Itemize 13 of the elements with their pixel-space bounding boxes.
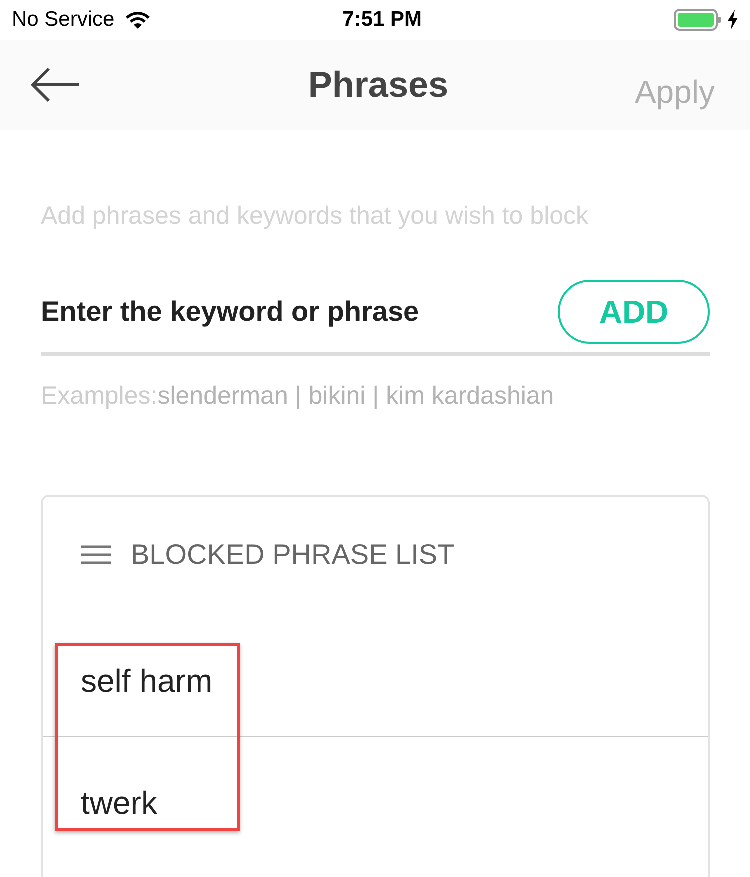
- wifi-icon: [124, 10, 151, 30]
- keyword-input[interactable]: Enter the keyword or phrase: [41, 290, 521, 332]
- charging-icon: [728, 10, 738, 30]
- add-button[interactable]: ADD: [558, 280, 710, 344]
- clock-text: 7:51 PM: [342, 7, 422, 34]
- menu-icon: [81, 545, 111, 565]
- battery-icon: [674, 9, 722, 31]
- page-title: Phrases: [308, 63, 449, 107]
- blocked-phrase: self harm: [81, 662, 213, 701]
- carrier-text: No Service: [12, 7, 115, 34]
- blocked-phrase: twerk: [81, 784, 158, 823]
- back-button[interactable]: [30, 65, 82, 105]
- list-title: BLOCKED PHRASE LIST: [131, 538, 455, 572]
